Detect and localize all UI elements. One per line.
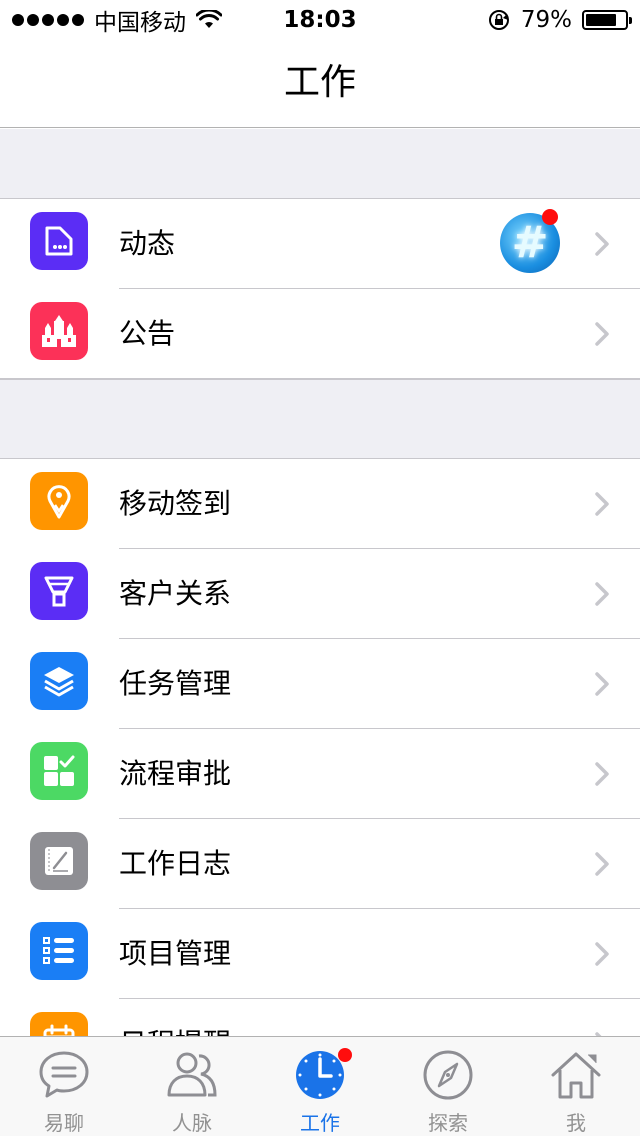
contacts-icon [167,1052,217,1097]
tab-label: 我 [566,1111,586,1135]
row-label: 任务管理 [119,667,232,700]
row-label: 项目管理 [119,937,232,970]
page-title: 工作 [283,62,356,103]
compass-icon [423,1050,473,1100]
section-feed: 动态 # 公告 [0,199,640,379]
row-label: 动态 [119,227,176,260]
tab-contacts[interactable]: 人脉 [128,1037,256,1136]
castle-icon [30,302,88,360]
row-process-approval[interactable]: 流程审批 [0,729,640,819]
tab-label: 探索 [428,1111,468,1135]
row-announcement[interactable]: 公告 [0,289,640,379]
list-icon [30,922,88,980]
tab-bar: 易聊 人脉 工作 探索 我 [0,1036,640,1136]
tab-label: 工作 [300,1111,340,1135]
status-bar: 中国移动 18:03 79% [0,0,640,40]
row-task-management[interactable]: 任务管理 [0,639,640,729]
battery-icon [582,10,632,30]
row-work-log[interactable]: 工作日志 [0,819,640,909]
chevron-right-icon [595,852,609,876]
chevron-right-icon [595,762,609,786]
row-label: 日程提醒 [119,999,231,1036]
row-mobile-checkin[interactable]: 移动签到 [0,459,640,549]
rotation-lock-icon [488,10,509,30]
chevron-right-icon [595,322,609,346]
tab-work[interactable]: 工作 [256,1037,384,1136]
section-tools: 移动签到 客户关系 任务管理 流程审批 工作日志 项目管理 [0,459,640,1036]
notebook-edit-icon [30,832,88,890]
notification-dot [338,1048,352,1062]
row-label: 客户关系 [119,577,232,610]
funnel-icon [30,562,88,620]
chevron-right-icon [595,232,609,256]
chevron-right-icon [595,492,609,516]
section-spacer [0,379,640,459]
navigation-bar: 工作 [0,40,640,128]
row-label: 公告 [119,317,176,350]
calendar-icon [30,1012,88,1036]
notification-dot [542,209,558,225]
chat-bubble-icon [39,1051,89,1098]
row-label: 流程审批 [119,757,232,790]
location-pin-icon [30,472,88,530]
row-separator [0,378,640,379]
approval-grid-icon [30,742,88,800]
home-icon [551,1052,601,1099]
document-icon [30,212,88,270]
tab-explore[interactable]: 探索 [384,1037,512,1136]
tab-me[interactable]: 我 [512,1037,640,1136]
work-list[interactable]: 动态 # 公告 移动签到 客户关系 任务管理 流程审批 工作日志 项目管理 [0,129,640,1036]
chevron-right-icon [595,582,609,606]
row-label: 移动签到 [119,487,232,520]
row-label: 工作日志 [119,847,232,880]
row-schedule-reminder[interactable]: 日程提醒 [0,999,640,1036]
row-customer-relations[interactable]: 客户关系 [0,549,640,639]
tab-label: 人脉 [172,1111,212,1135]
row-project-management[interactable]: 项目管理 [0,909,640,999]
battery-percent: 79% [520,7,572,33]
section-spacer [0,129,640,199]
battery-fill [586,14,617,26]
chevron-right-icon [595,672,609,696]
tab-label: 易聊 [44,1111,84,1135]
row-dynamics[interactable]: 动态 # [0,199,640,289]
chevron-right-icon [595,942,609,966]
layers-icon [30,652,88,710]
tab-chat[interactable]: 易聊 [0,1037,128,1136]
status-right: 79% [487,0,632,40]
